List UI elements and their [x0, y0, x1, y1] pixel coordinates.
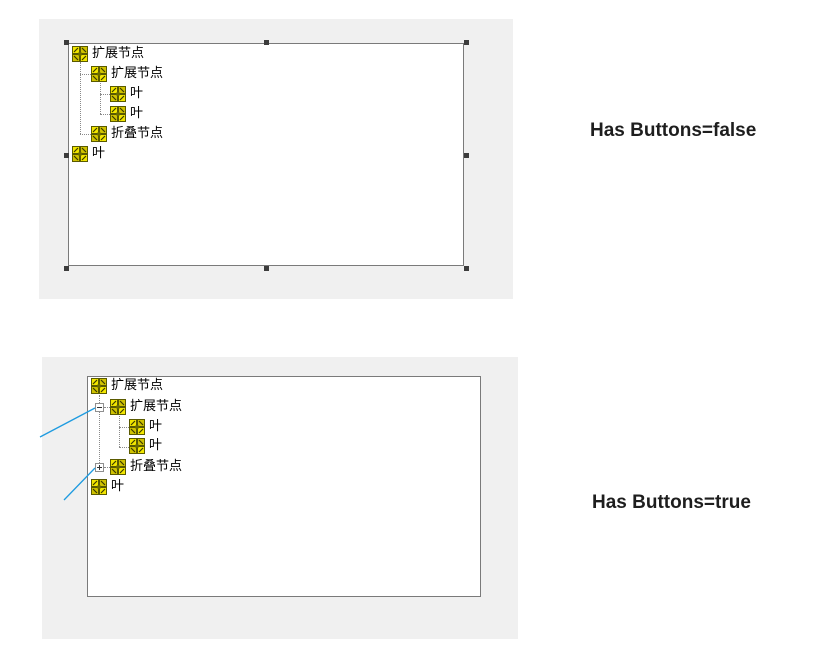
callout-pointer-lines — [39, 407, 96, 501]
caption-has-buttons-true: Has Buttons=true — [592, 492, 751, 513]
callout-line-expand — [63, 467, 96, 501]
callout-line-collapse — [39, 407, 96, 438]
